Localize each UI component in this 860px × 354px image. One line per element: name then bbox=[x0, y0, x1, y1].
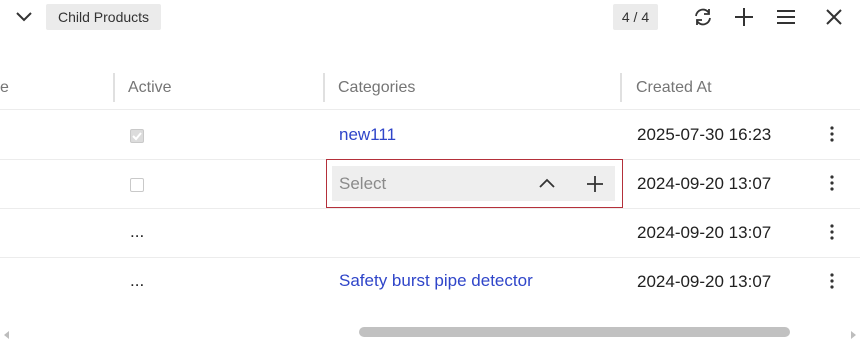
created-at-value: 2024-09-20 13:07 bbox=[637, 223, 772, 242]
menu-icon[interactable] bbox=[775, 6, 797, 28]
horizontal-scrollbar[interactable] bbox=[0, 322, 860, 342]
active-value: ... bbox=[130, 222, 145, 241]
column-header-created-at[interactable]: Created At bbox=[636, 72, 712, 104]
created-at-value: 2024-09-20 13:07 bbox=[637, 272, 772, 291]
record-counter: 4 / 4 bbox=[613, 4, 658, 30]
more-vert-icon[interactable] bbox=[824, 271, 840, 291]
created-at-value: 2024-09-20 13:07 bbox=[637, 174, 772, 193]
more-vert-icon[interactable] bbox=[824, 124, 840, 144]
more-vert-icon[interactable] bbox=[824, 222, 840, 242]
row-divider bbox=[0, 208, 860, 209]
active-checkbox[interactable] bbox=[130, 178, 144, 192]
column-divider[interactable] bbox=[113, 73, 115, 102]
column-divider[interactable] bbox=[323, 73, 325, 102]
active-value: ... bbox=[130, 271, 145, 290]
more-vert-icon[interactable] bbox=[824, 173, 840, 193]
select-field[interactable] bbox=[332, 166, 615, 201]
category-link[interactable]: new111 bbox=[339, 125, 396, 145]
category-link[interactable]: Safety burst pipe detector bbox=[339, 271, 533, 291]
created-at-value: 2025-07-30 16:23 bbox=[637, 125, 772, 144]
category-select-editor[interactable] bbox=[326, 159, 623, 208]
active-checkbox[interactable] bbox=[130, 129, 144, 143]
panel-title: Child Products bbox=[46, 4, 162, 30]
plus-icon[interactable] bbox=[733, 6, 755, 28]
chevron-down-icon[interactable] bbox=[14, 8, 34, 26]
panel-header: Child Products 4 / 4 bbox=[0, 0, 860, 34]
row-divider bbox=[0, 257, 860, 258]
scroll-thumb[interactable] bbox=[359, 327, 790, 337]
scroll-right-icon[interactable] bbox=[848, 327, 858, 339]
add-category-icon[interactable] bbox=[582, 171, 608, 197]
scroll-left-icon[interactable] bbox=[2, 327, 12, 339]
column-header-active[interactable]: Active bbox=[128, 72, 172, 104]
column-header-partial[interactable]: e bbox=[0, 72, 9, 104]
chevron-up-icon[interactable] bbox=[534, 171, 560, 197]
refresh-icon[interactable] bbox=[692, 6, 714, 28]
header-divider bbox=[0, 109, 860, 110]
column-header-categories[interactable]: Categories bbox=[338, 72, 415, 104]
close-icon[interactable] bbox=[823, 6, 845, 28]
category-select-input[interactable] bbox=[332, 166, 522, 201]
column-divider[interactable] bbox=[620, 73, 622, 102]
